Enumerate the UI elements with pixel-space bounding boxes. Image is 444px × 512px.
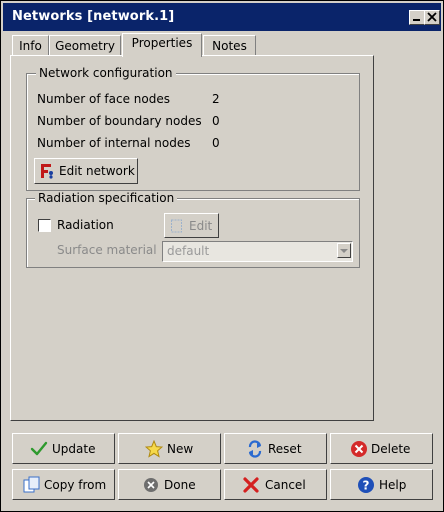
cancel-label: Cancel <box>265 477 306 492</box>
update-button[interactable]: Update <box>12 433 115 464</box>
surface-material-select[interactable]: default <box>162 241 353 262</box>
cancel-button[interactable]: Cancel <box>224 469 327 500</box>
networks-window: Networks [network.1] Info Geometry Prope… <box>0 0 444 512</box>
radiation-edit-label: Edit <box>189 218 213 233</box>
internal-nodes-label: Number of internal nodes <box>37 136 191 150</box>
tab-notes-label: Notes <box>212 39 247 53</box>
edit-network-label: Edit network <box>59 164 135 178</box>
close-button[interactable] <box>424 10 440 25</box>
delete-button[interactable]: Delete <box>330 433 433 464</box>
new-button[interactable]: New <box>118 433 221 464</box>
help-label: Help <box>379 477 407 492</box>
tab-info[interactable]: Info <box>12 35 49 56</box>
face-nodes-label: Number of face nodes <box>37 92 170 106</box>
tab-geometry-label: Geometry <box>55 39 115 53</box>
surface-material-label: Surface material <box>57 243 157 257</box>
edit-icon <box>171 219 182 232</box>
delete-icon <box>351 440 367 457</box>
done-button[interactable]: Done <box>118 469 221 500</box>
checkmark-icon <box>30 441 48 455</box>
radiation-edit-button[interactable]: Edit <box>164 213 219 238</box>
copy-from-button[interactable]: Copy from <box>12 469 115 500</box>
star-icon <box>145 439 163 458</box>
update-label: Update <box>52 441 96 456</box>
radiation-checkbox[interactable] <box>38 219 51 232</box>
title-bar[interactable]: Networks [network.1] <box>3 3 441 31</box>
done-icon <box>144 477 158 492</box>
copy-from-label: Copy from <box>44 477 107 492</box>
help-icon: ? <box>358 476 374 493</box>
internal-nodes-value: 0 <box>212 136 220 150</box>
radiation-legend: Radiation specification <box>35 191 178 205</box>
boundary-nodes-label: Number of boundary nodes <box>37 114 202 128</box>
done-label: Done <box>164 477 196 492</box>
surface-material-dropdown-button[interactable] <box>337 243 351 258</box>
tab-notes[interactable]: Notes <box>203 35 256 56</box>
copy-icon <box>23 476 40 492</box>
minimize-icon <box>413 19 420 21</box>
edit-network-button[interactable]: Edit network <box>34 158 138 184</box>
network-icon <box>41 164 53 179</box>
network-config-legend: Network configuration <box>36 66 176 80</box>
close-icon <box>427 12 437 22</box>
svg-text:?: ? <box>363 478 370 492</box>
reset-icon <box>248 439 262 458</box>
radiation-label: Radiation <box>57 218 114 232</box>
tab-geometry[interactable]: Geometry <box>49 35 121 56</box>
properties-panel: Network configuration Number of face nod… <box>10 55 374 421</box>
window-title: Networks [network.1] <box>12 9 175 24</box>
surface-material-value: default <box>167 244 210 258</box>
delete-label: Delete <box>371 441 411 456</box>
tab-properties-label: Properties <box>131 36 193 50</box>
help-button[interactable]: ? Help <box>330 469 433 500</box>
face-nodes-value: 2 <box>212 92 220 106</box>
tab-properties[interactable]: Properties <box>122 33 202 57</box>
tab-info-label: Info <box>19 39 42 53</box>
minimize-button[interactable] <box>409 10 425 25</box>
cancel-icon <box>243 476 259 493</box>
reset-button[interactable]: Reset <box>224 433 327 464</box>
new-label: New <box>167 441 194 456</box>
boundary-nodes-value: 0 <box>212 114 220 128</box>
chevron-down-icon <box>340 249 348 253</box>
reset-label: Reset <box>268 441 302 456</box>
